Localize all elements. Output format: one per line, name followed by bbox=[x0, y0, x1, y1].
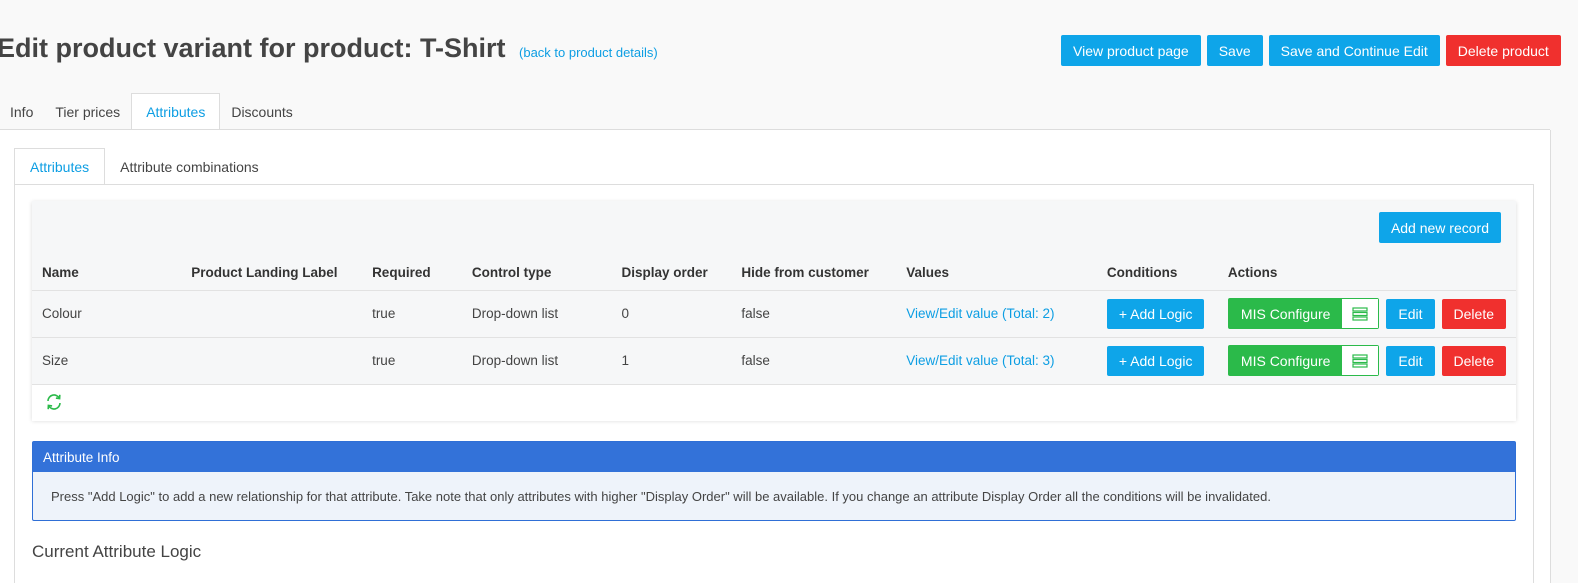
cell-name: Size bbox=[32, 337, 182, 385]
cell-conditions: + Add Logic bbox=[1096, 337, 1218, 385]
column-header-landing-label[interactable]: Product Landing Label bbox=[181, 255, 363, 291]
info-panel-text: Press "Add Logic" to add a new relations… bbox=[51, 489, 1271, 504]
save-button[interactable]: Save bbox=[1206, 35, 1263, 66]
cell-required: true bbox=[362, 290, 462, 338]
top-actions-toolbar: View product page Save Save and Continue… bbox=[1061, 35, 1561, 66]
column-header-hide-from-customer[interactable]: Hide from customer bbox=[731, 255, 897, 291]
add-logic-button[interactable]: + Add Logic bbox=[1106, 298, 1205, 329]
page-title: Edit product variant for product: T-Shir… bbox=[0, 33, 658, 64]
main-tabs: Info Tier prices Attributes Discounts bbox=[0, 93, 304, 130]
column-header-required[interactable]: Required bbox=[362, 255, 462, 291]
refresh-icon[interactable] bbox=[45, 393, 63, 416]
current-attribute-logic-heading: Current Attribute Logic bbox=[32, 542, 202, 561]
add-logic-button[interactable]: + Add Logic bbox=[1106, 345, 1205, 376]
attributes-table: Name Product Landing Label Required Cont… bbox=[32, 255, 1516, 385]
mis-configure-button[interactable]: MIS Configure bbox=[1228, 299, 1343, 328]
cell-actions: MIS Configure Edit Delete bbox=[1217, 290, 1516, 338]
cell-display-order: 0 bbox=[611, 290, 732, 338]
cell-required: true bbox=[362, 337, 462, 385]
cell-actions: MIS Configure Edit Delete bbox=[1217, 337, 1516, 385]
column-header-name[interactable]: Name bbox=[32, 255, 182, 291]
cell-landing-label bbox=[181, 337, 363, 385]
cell-name: Colour bbox=[32, 290, 182, 338]
add-new-record-button[interactable]: Add new record bbox=[1378, 212, 1501, 243]
table-header-row: Name Product Landing Label Required Cont… bbox=[32, 255, 1516, 291]
attribute-info-panel: Attribute Info Press "Add Logic" to add … bbox=[32, 441, 1516, 521]
edit-button[interactable]: Edit bbox=[1386, 345, 1435, 376]
mis-configure-group: MIS Configure bbox=[1227, 345, 1380, 376]
delete-button[interactable]: Delete bbox=[1441, 298, 1506, 329]
view-edit-values-link[interactable]: View/Edit value (Total: 3) bbox=[896, 337, 1097, 385]
subtab-attributes[interactable]: Attributes bbox=[14, 148, 106, 185]
list-icon[interactable] bbox=[1342, 299, 1379, 328]
cell-landing-label bbox=[181, 290, 363, 338]
sub-tabs: Attributes Attribute combinations bbox=[14, 148, 274, 185]
cell-control-type: Drop-down list bbox=[461, 290, 612, 338]
view-product-page-button[interactable]: View product page bbox=[1061, 35, 1201, 66]
save-continue-button[interactable]: Save and Continue Edit bbox=[1268, 35, 1440, 66]
column-header-display-order[interactable]: Display order bbox=[611, 255, 732, 291]
tab-attributes[interactable]: Attributes bbox=[131, 93, 221, 130]
mis-configure-button[interactable]: MIS Configure bbox=[1228, 346, 1343, 375]
cell-conditions: + Add Logic bbox=[1096, 290, 1218, 338]
tab-info[interactable]: Info bbox=[0, 93, 44, 130]
list-icon[interactable] bbox=[1342, 346, 1379, 375]
cell-display-order: 1 bbox=[611, 337, 732, 385]
table-row: Size true Drop-down list 1 false View/Ed… bbox=[32, 337, 1516, 385]
subtab-attribute-combinations[interactable]: Attribute combinations bbox=[105, 148, 274, 185]
info-panel-title: Attribute Info bbox=[33, 442, 1515, 472]
grid-toolbar: Add new record bbox=[32, 201, 1516, 255]
cell-hide-from-customer: false bbox=[731, 337, 897, 385]
tab-discounts[interactable]: Discounts bbox=[220, 93, 303, 130]
edit-button[interactable]: Edit bbox=[1386, 298, 1435, 329]
attributes-grid: Add new record Name Product Landing Labe… bbox=[32, 201, 1516, 421]
page-title-text: Edit product variant for product: T-Shir… bbox=[0, 33, 506, 63]
mis-configure-group: MIS Configure bbox=[1227, 298, 1380, 329]
table-row: Colour true Drop-down list 0 false View/… bbox=[32, 290, 1516, 338]
cell-hide-from-customer: false bbox=[731, 290, 897, 338]
column-header-values[interactable]: Values bbox=[896, 255, 1097, 291]
grid-footer bbox=[32, 384, 1516, 421]
column-header-actions: Actions bbox=[1217, 255, 1516, 291]
cell-control-type: Drop-down list bbox=[461, 337, 612, 385]
delete-button[interactable]: Delete bbox=[1441, 345, 1506, 376]
tab-tier-prices[interactable]: Tier prices bbox=[44, 93, 131, 130]
column-header-control-type[interactable]: Control type bbox=[461, 255, 612, 291]
delete-product-button[interactable]: Delete product bbox=[1445, 35, 1561, 66]
back-to-product-link[interactable]: (back to product details) bbox=[519, 45, 658, 60]
view-edit-values-link[interactable]: View/Edit value (Total: 2) bbox=[896, 290, 1097, 338]
column-header-conditions[interactable]: Conditions bbox=[1096, 255, 1218, 291]
